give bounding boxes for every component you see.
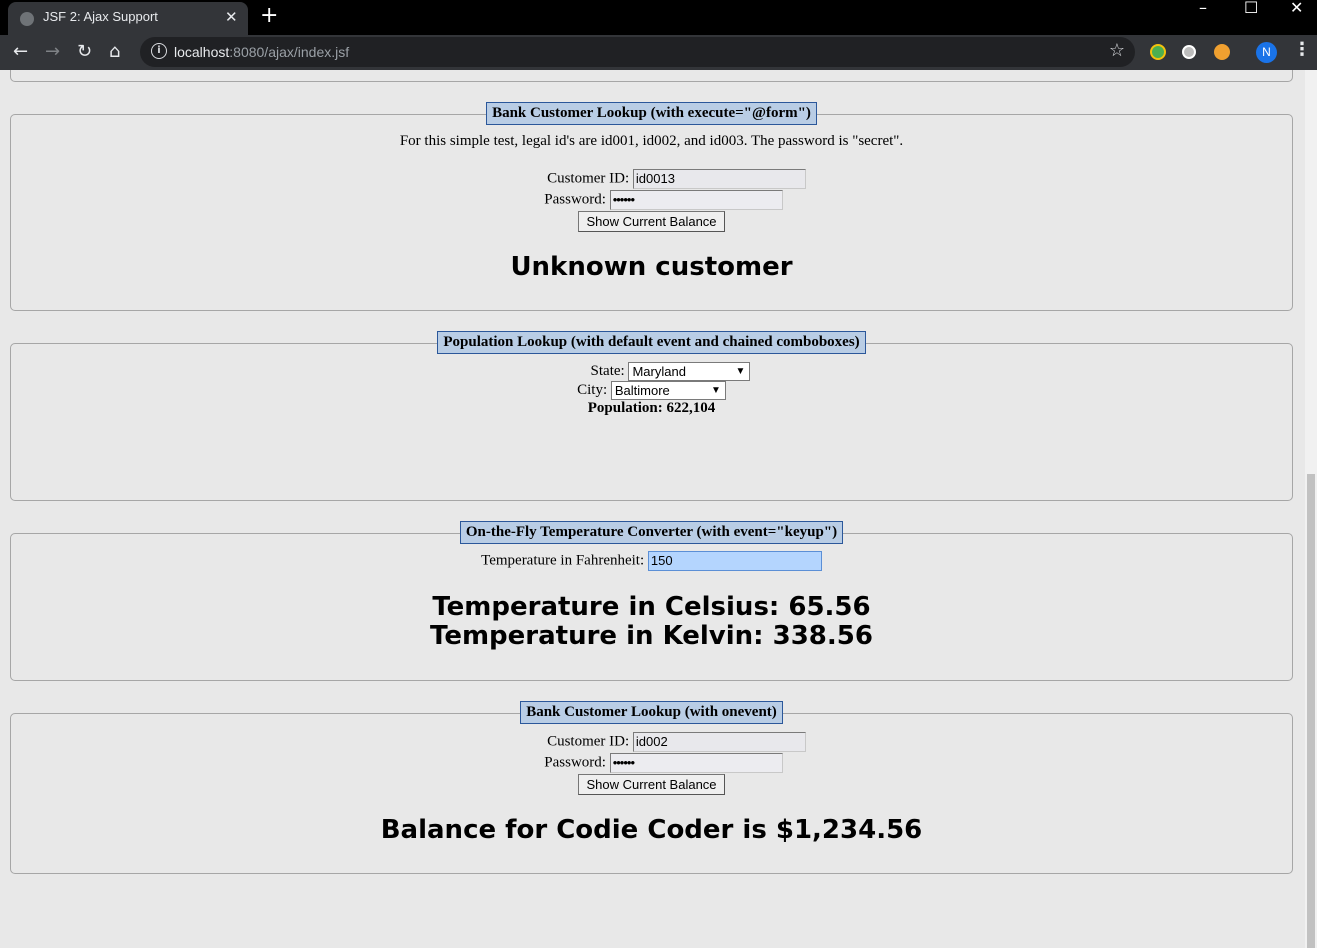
maximize-icon[interactable]: ☐	[1244, 0, 1258, 17]
state-selected-value: Maryland	[632, 364, 686, 379]
reload-icon[interactable]: ↻	[77, 41, 92, 62]
bank-lookup-onevent-section: Bank Customer Lookup (with onevent) Cust…	[10, 701, 1293, 874]
back-icon[interactable]: ←	[13, 41, 28, 62]
fahrenheit-label: Temperature in Fahrenheit:	[481, 552, 645, 569]
password-input[interactable]: ••••••	[609, 753, 783, 773]
extension-record-icon[interactable]	[1182, 45, 1196, 59]
button-row: Show Current Balance	[11, 211, 1292, 232]
section-legend-text: Population Lookup (with default event an…	[437, 331, 866, 354]
section-legend: Bank Customer Lookup (with onevent)	[11, 701, 1292, 724]
section-legend: Bank Customer Lookup (with execute="@for…	[11, 102, 1292, 125]
password-label: Password:	[544, 191, 606, 208]
customer-id-row: Customer ID: id002	[11, 732, 1292, 752]
state-label: State:	[590, 362, 625, 379]
url-host: localhost	[174, 44, 230, 60]
customer-id-label: Customer ID:	[547, 170, 630, 187]
city-selected-value: Baltimore	[614, 383, 670, 398]
state-select[interactable]: Maryland ▼	[628, 362, 751, 381]
scrollbar-thumb[interactable]	[1307, 474, 1315, 948]
tab-title: JSF 2: Ajax Support	[43, 9, 158, 24]
info-icon[interactable]: i	[151, 43, 167, 59]
section-legend-text: Bank Customer Lookup (with execute="@for…	[486, 102, 817, 125]
celsius-result: Temperature in Celsius: 65.56	[432, 592, 871, 622]
password-label: Password:	[544, 754, 606, 771]
minimize-icon[interactable]: –	[1199, 0, 1207, 17]
customer-id-row: Customer ID: id0013	[11, 169, 1292, 189]
button-row: Show Current Balance	[11, 774, 1292, 795]
browser-title-bar: JSF 2: Ajax Support ✕ + – ☐ ✕	[0, 0, 1317, 35]
password-row: Password: ••••••	[11, 190, 1292, 210]
page-scrollbar[interactable]	[1305, 70, 1317, 948]
city-row: City: Baltimore ▼	[11, 381, 1292, 400]
population-lookup-section: Population Lookup (with default event an…	[10, 331, 1293, 501]
forward-icon[interactable]: →	[45, 41, 60, 62]
section-legend: On-the-Fly Temperature Converter (with e…	[11, 521, 1292, 544]
password-row: Password: ••••••	[11, 753, 1292, 773]
chevron-down-icon: ▼	[710, 385, 721, 396]
chevron-down-icon: ▼	[735, 366, 746, 377]
close-tab-icon[interactable]: ✕	[225, 8, 238, 26]
state-row: State: Maryland ▼	[11, 362, 1292, 381]
customer-id-label: Customer ID:	[547, 733, 630, 750]
password-input[interactable]: ••••••	[609, 190, 783, 210]
browser-tab[interactable]: JSF 2: Ajax Support ✕	[8, 2, 248, 35]
extension-icon[interactable]	[1150, 44, 1166, 60]
page-viewport: Bank Customer Lookup (with execute="@for…	[0, 70, 1305, 948]
extension-badge-icon[interactable]	[1214, 44, 1230, 60]
kelvin-result: Temperature in Kelvin: 338.56	[430, 621, 873, 651]
city-select[interactable]: Baltimore ▼	[610, 381, 726, 400]
globe-icon	[20, 12, 34, 26]
bank-lookup-execute-form-section: Bank Customer Lookup (with execute="@for…	[10, 102, 1293, 311]
customer-id-input[interactable]: id002	[632, 732, 806, 752]
browser-menu-icon[interactable]: ⋮	[1293, 39, 1311, 60]
show-balance-button[interactable]: Show Current Balance	[578, 211, 725, 232]
population-result: Population: 622,104	[587, 400, 716, 416]
city-label: City:	[577, 381, 608, 398]
legal-ids-note: For this simple test, legal id's are id0…	[399, 133, 904, 149]
address-bar[interactable]: i localhost:8080/ajax/index.jsf ☆	[140, 37, 1135, 67]
customer-id-input[interactable]: id0013	[632, 169, 806, 189]
fahrenheit-input[interactable]: 150	[647, 551, 822, 571]
section-legend-text: Bank Customer Lookup (with onevent)	[520, 701, 783, 724]
temperature-converter-section: On-the-Fly Temperature Converter (with e…	[10, 521, 1293, 681]
url-text: localhost:8080/ajax/index.jsf	[174, 44, 349, 60]
lookup-result: Unknown customer	[510, 252, 793, 282]
previous-section-fieldset	[10, 70, 1293, 82]
window-close-icon[interactable]: ✕	[1290, 0, 1303, 17]
balance-result: Balance for Codie Coder is $1,234.56	[380, 815, 923, 845]
url-path: :8080/ajax/index.jsf	[229, 44, 350, 60]
new-tab-icon[interactable]: +	[260, 3, 278, 28]
bookmark-star-icon[interactable]: ☆	[1109, 40, 1125, 61]
fahrenheit-row: Temperature in Fahrenheit: 150	[11, 551, 1292, 571]
section-legend-text: On-the-Fly Temperature Converter (with e…	[459, 521, 844, 544]
section-legend: Population Lookup (with default event an…	[11, 331, 1292, 354]
show-balance-button[interactable]: Show Current Balance	[578, 774, 725, 795]
home-icon[interactable]: ⌂	[109, 41, 120, 62]
profile-avatar[interactable]: N	[1256, 42, 1277, 63]
browser-toolbar: ← → ↻ ⌂ i localhost:8080/ajax/index.jsf …	[0, 35, 1317, 70]
